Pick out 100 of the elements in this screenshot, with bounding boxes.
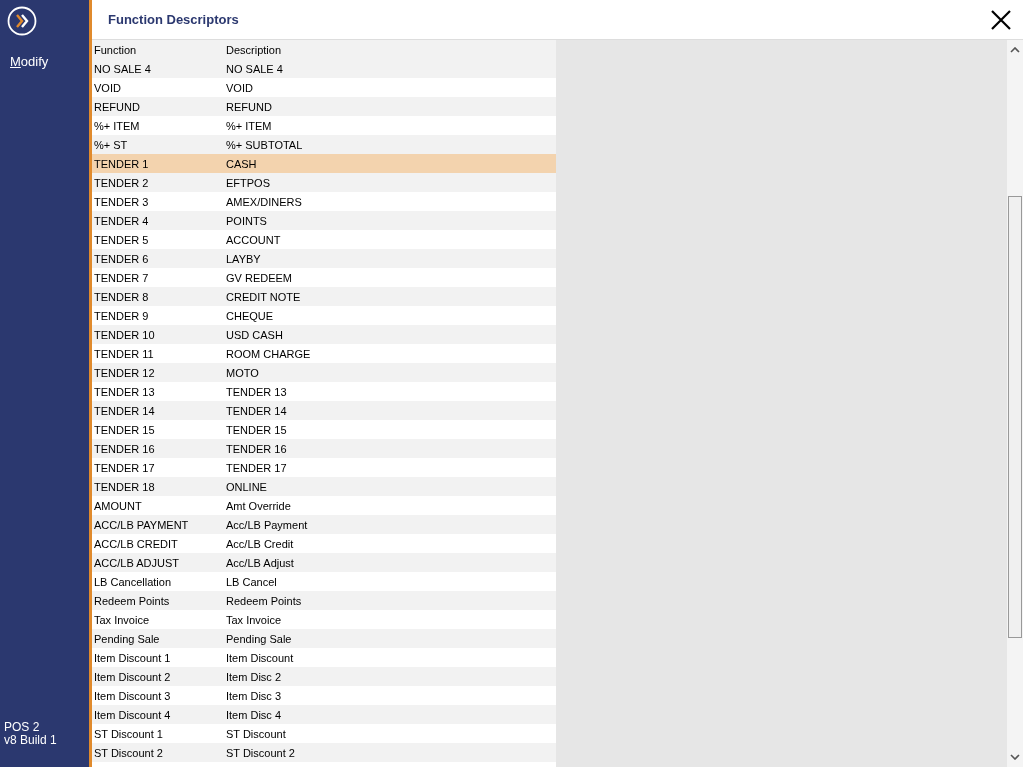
table-cell: ACCOUNT [226,233,281,246]
selected-row[interactable]: TENDER 1 CASH [92,154,556,173]
table-cell-text: Item Discount 1 [93,651,172,664]
table-cell: ROOM CHARGE [226,347,311,360]
table-row[interactable]: TENDER 12 MOTO [92,363,556,382]
table-cell: POINTS [226,214,267,227]
table-row[interactable]: ACC/LB PAYMENT Acc/LB Payment [92,515,556,534]
table-cell: EFTPOS [226,176,270,189]
table-cell-text: Redeem Points [93,594,171,607]
table-row[interactable]: TENDER 4 POINTS [92,211,556,230]
table-cell: VOID [226,81,253,94]
table-cell-text: TENDER 13 [93,385,156,398]
table-cell: Acc/LB Credit [226,537,294,550]
table-cell: ST Discount 2 [226,746,295,759]
table-cell: %+ SUBTOTAL [226,138,303,151]
table-cell: MOTO [226,366,259,379]
table-cell-text: REFUND [93,100,141,113]
scrollbar[interactable] [1007,40,1023,767]
table-cell: TENDER 13 [226,385,287,398]
scroll-down-icon[interactable] [1010,754,1020,760]
column-header[interactable]: Function [92,43,226,56]
table-cell: Pending Sale [226,632,292,645]
table-cell-text: TENDER 17 [93,461,156,474]
table-cell: %+ ITEM [226,119,272,132]
table-cell-text: NO SALE 4 [93,62,152,75]
table-row[interactable]: ST Discount 2 ST Discount 2 [92,743,556,762]
table-row[interactable]: Pending Sale Pending Sale [92,629,556,648]
table-row[interactable]: ACC/LB ADJUST Acc/LB Adjust [92,553,556,572]
table-cell-text: TENDER 15 [93,423,156,436]
table-cell-text: TENDER 9 [93,309,150,322]
table-cell: LAYBY [226,252,261,265]
table-cell-text: %+ ITEM [93,119,141,132]
table-cell-text: LB Cancellation [93,575,173,588]
table-row[interactable]: Redeem Points Redeem Points [92,591,556,610]
table-cell-text: TENDER 4 [93,214,150,227]
table-cell: LB Cancel [226,575,277,588]
table-cell-text: TENDER 3 [93,195,150,208]
table-cell: CHEQUE [226,309,274,322]
table-row[interactable]: TENDER 18 ONLINE [92,477,556,496]
table-cell-text: ST Discount 2 [93,746,164,759]
table-cell-text: ACC/LB CREDIT [93,537,179,550]
table-row[interactable]: TENDER 16 TENDER 16 [92,439,556,458]
table-cell-text: TENDER 14 [93,404,156,417]
table-cell-text: TENDER 11 [93,347,155,360]
table-cell: GV REDEEM [226,271,292,284]
table-cell-text: AMOUNT [93,499,143,512]
table-row[interactable]: REFUND REFUND [92,97,556,116]
table-cell: TENDER 15 [226,423,287,436]
table-cell: CREDIT NOTE [226,290,301,303]
window-title: Function Descriptors [108,12,239,27]
table-cell-text: TENDER 1 [93,157,150,170]
table-cell: Redeem Points [226,594,302,607]
table-cell: Acc/LB Adjust [226,556,294,569]
table-cell: Amt Override [226,499,291,512]
table-row[interactable]: %+ ST %+ SUBTOTAL [92,135,556,154]
table-cell: Item Discount [226,651,294,664]
table-row[interactable]: TENDER 14 TENDER 14 [92,401,556,420]
table-cell-text: Item Discount 4 [93,708,172,721]
version-text: POS 2 [4,721,41,734]
table-cell: REFUND [226,100,272,113]
table-row[interactable]: TENDER 6 LAYBY [92,249,556,268]
table-cell-text: TENDER 8 [93,290,150,303]
table-row[interactable]: TENDER 8 CREDIT NOTE [92,287,556,306]
table-cell-text: ST Discount 1 [93,727,164,740]
table-cell-text: TENDER 2 [93,176,150,189]
table-cell-text: TENDER 16 [93,442,156,455]
table-cell: USD CASH [226,328,283,341]
modify-button[interactable]: Modify [10,54,49,69]
table-cell: AMEX/DINERS [226,195,302,208]
table-row[interactable]: Item Discount 2 Item Disc 2 [92,667,556,686]
table-cell: ST Discount [226,727,286,740]
table-row[interactable]: TENDER 2 EFTPOS [92,173,556,192]
table-row[interactable]: NO SALE 4 NO SALE 4 [92,59,556,78]
table-cell-text: Tax Invoice [93,613,151,626]
table-cell-text: ACC/LB ADJUST [93,556,180,569]
table-row[interactable]: TENDER 10 USD CASH [92,325,556,344]
table-cell-text: TENDER 5 [93,233,150,246]
table-cell: TENDER 17 [226,461,287,474]
table-row[interactable]: Item Discount 4 Item Disc 4 [92,705,556,724]
table-cell: Item Disc 3 [226,689,281,702]
table-cell-text: TENDER 6 [93,252,150,265]
close-icon[interactable] [990,8,1012,31]
scroll-up-icon[interactable] [1010,47,1020,53]
table-cell: TENDER 14 [226,404,287,417]
version-text: v8 Build 1 [4,734,58,747]
table-cell: Item Disc 2 [226,670,281,683]
table-cell-text: ACC/LB PAYMENT [93,518,190,531]
table-cell: Tax Invoice [226,613,282,626]
logo-icon[interactable] [7,6,37,36]
table-cell: ONLINE [226,480,267,493]
table-cell-text: Pending Sale [93,632,161,645]
table-cell-text: VOID [93,81,122,94]
table-cell: TENDER 16 [226,442,287,455]
column-header[interactable]: Description [226,43,282,56]
table-cell: NO SALE 4 [226,62,283,75]
scroll-thumb[interactable] [1008,196,1022,638]
table-cell-text: Item Discount 2 [93,670,172,683]
table-cell-text: %+ ST [93,138,129,151]
table-cell-text: TENDER 10 [93,328,156,341]
table-cell-text: Item Discount 3 [93,689,172,702]
